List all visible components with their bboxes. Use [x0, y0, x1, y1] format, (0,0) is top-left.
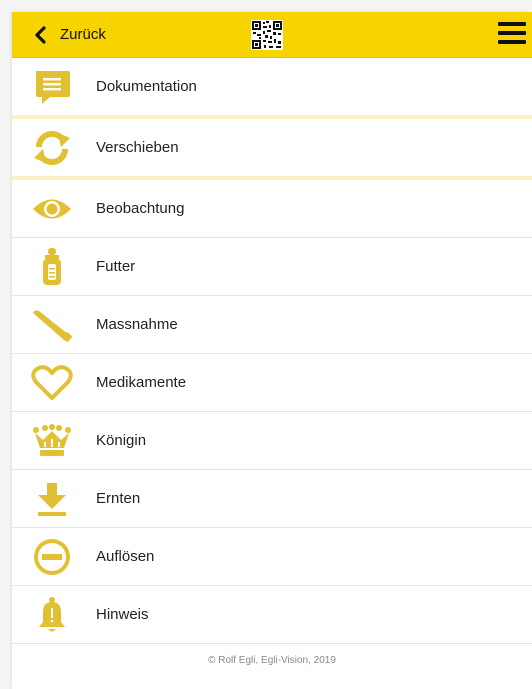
menu-item-label: Beobachtung: [96, 200, 185, 217]
menu-item-aufloesen[interactable]: Auflösen: [12, 528, 532, 586]
back-button[interactable]: Zurück: [34, 12, 106, 57]
menu-item-label: Hinweis: [96, 606, 149, 623]
action-menu-list: Dokumentation Verschieben Beobachtung Fu…: [12, 58, 532, 644]
menu-item-label: Verschieben: [96, 139, 179, 156]
hamburger-menu-icon[interactable]: [498, 20, 526, 46]
app-window: Zurück Dokumentation Verschieben Beobach…: [12, 12, 532, 689]
back-arrow-icon: [35, 25, 46, 44]
qr-code-icon[interactable]: [251, 20, 283, 50]
menu-item-label: Dokumentation: [96, 78, 197, 95]
menu-item-label: Futter: [96, 258, 136, 275]
menu-item-label: Auflösen: [96, 548, 155, 565]
menu-item-label: Königin: [96, 432, 147, 449]
tool-icon: [30, 303, 74, 347]
menu-item-koenigin[interactable]: Königin: [12, 412, 532, 470]
menu-item-ernten[interactable]: Ernten: [12, 470, 532, 528]
menu-item-label: Massnahme: [96, 316, 178, 333]
menu-item-label: Ernten: [96, 490, 141, 507]
minus-circle-icon: [30, 535, 74, 579]
heart-icon: [30, 361, 74, 405]
copyright-footer: © Rolf Egli, Egli-Vision, 2019: [208, 655, 336, 666]
menu-item-massnahme[interactable]: Massnahme: [12, 296, 532, 354]
bell-icon: [30, 593, 74, 637]
menu-item-verschieben[interactable]: Verschieben: [12, 119, 532, 180]
bottle-icon: [30, 245, 74, 289]
menu-item-dokumentation[interactable]: Dokumentation: [12, 58, 532, 119]
menu-item-hinweis[interactable]: Hinweis: [12, 586, 532, 644]
menu-item-label: Medikamente: [96, 374, 187, 391]
top-bar: Zurück: [12, 12, 532, 58]
menu-item-futter[interactable]: Futter: [12, 238, 532, 296]
crown-icon: [30, 419, 74, 463]
document-icon: [30, 65, 74, 109]
download-icon: [30, 477, 74, 521]
refresh-icon: [30, 126, 74, 170]
menu-item-beobachtung[interactable]: Beobachtung: [12, 180, 532, 238]
menu-item-medikamente[interactable]: Medikamente: [12, 354, 532, 412]
eye-icon: [30, 187, 74, 231]
back-label: Zurück: [60, 26, 106, 43]
